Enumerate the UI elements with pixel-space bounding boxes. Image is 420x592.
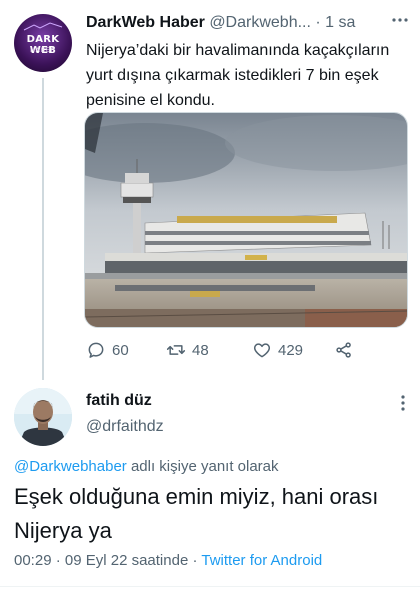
retweet-icon	[166, 345, 186, 355]
reply-icon	[88, 342, 104, 358]
lightning-icon	[23, 22, 63, 31]
replying-to-mention[interactable]: @Darkwebhaber	[14, 458, 127, 475]
reply-count: 60	[112, 341, 129, 359]
reply-button[interactable]: 60	[86, 338, 129, 362]
more-options-icon[interactable]	[390, 10, 410, 35]
reply-tweet-text: Eşek olduğuna emin miyiz, hani orası Nij…	[14, 484, 379, 543]
more-options-vertical-icon[interactable]	[400, 394, 406, 412]
retweet-button[interactable]: 48	[166, 338, 209, 362]
like-count: 429	[278, 341, 304, 359]
reply-client-link[interactable]: Twitter for Android	[201, 552, 322, 569]
share-button[interactable]	[334, 338, 354, 362]
replying-to-suffix: adlı kişiye yanıt olarak	[126, 458, 279, 475]
reply-timestamp[interactable]: 00:29 · 09 Eyl 22 saatinde ·	[14, 552, 201, 569]
author-avatar[interactable]: DARK WEB HABER	[14, 14, 72, 72]
like-button[interactable]: 429	[252, 338, 303, 362]
author-name[interactable]: DarkWeb Haber	[86, 14, 205, 31]
tweet-actions: 60 48 429	[86, 338, 386, 362]
author-handle[interactable]: @Darkwebh...	[209, 14, 311, 31]
avatar-logo-subtext: HABER	[30, 47, 56, 54]
tweet-header: DarkWeb Haber @Darkwebh... · 1 sa	[86, 12, 406, 34]
reply-tweet-meta: 00:29 · 09 Eyl 22 saatinde · Twitter for…	[14, 552, 322, 569]
divider	[0, 586, 420, 587]
replying-to-line: @Darkwebhaber adlı kişiye yanıt olarak	[14, 458, 279, 475]
retweet-count: 48	[192, 341, 209, 359]
header-separator: ·	[315, 14, 321, 31]
reply-author-handle[interactable]: @drfaithdz	[86, 418, 164, 436]
share-icon	[336, 342, 351, 358]
original-tweet[interactable]: DARK WEB HABER DarkWeb Haber @Darkwebh..…	[0, 0, 420, 380]
tweet-timestamp[interactable]: 1 sa	[325, 14, 355, 31]
tweet-text: Nijerya’daki bir havalimanında kaçakçıla…	[86, 42, 390, 109]
reply-author-name[interactable]: fatih düz	[86, 392, 152, 410]
tweet-image-airport[interactable]	[84, 112, 408, 328]
heart-icon	[253, 343, 271, 358]
reply-author-avatar[interactable]	[14, 388, 72, 446]
